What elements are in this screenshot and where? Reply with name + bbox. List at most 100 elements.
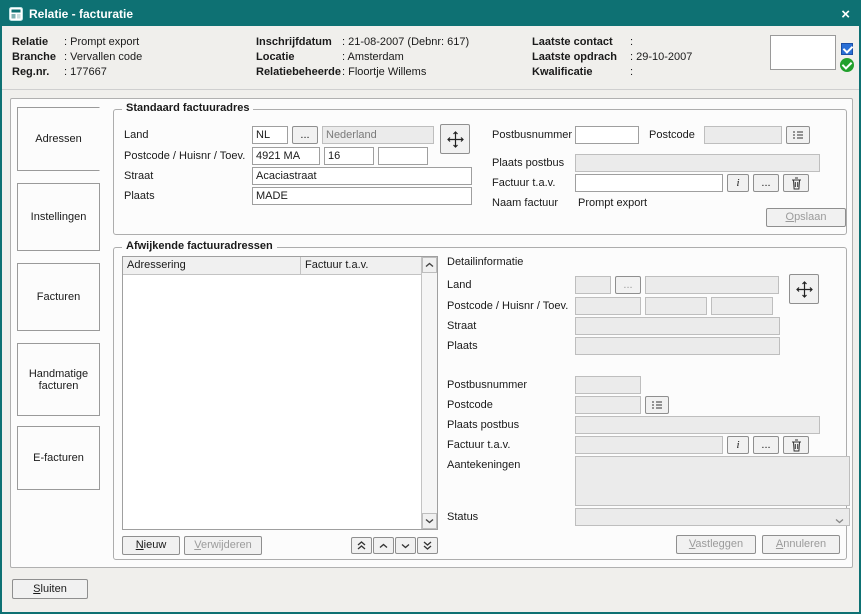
postbusnummer-label: Postbusnummer bbox=[492, 129, 572, 141]
move-icon bbox=[447, 131, 464, 148]
column-header-factuur-tav: Factuur t.a.v. bbox=[301, 257, 422, 275]
detail-straat-label: Straat bbox=[447, 320, 476, 332]
detail-postcode-lookup-button[interactable] bbox=[645, 396, 669, 414]
scroll-down-icon[interactable] bbox=[422, 513, 437, 529]
list-icon bbox=[651, 400, 663, 410]
huisnr-input[interactable] bbox=[324, 147, 374, 165]
table-scrollbar[interactable] bbox=[421, 257, 437, 529]
move-down-button[interactable] bbox=[395, 537, 416, 554]
kwalificatie-value: : bbox=[630, 65, 633, 80]
relatie-value: : Prompt export bbox=[64, 35, 139, 50]
move-first-button[interactable] bbox=[351, 537, 372, 554]
detail-aantekeningen-label: Aantekeningen bbox=[447, 459, 520, 471]
tab-facturen[interactable]: Facturen bbox=[17, 263, 100, 331]
straat-input[interactable] bbox=[252, 167, 472, 185]
detail-factuur-tav-label: Factuur t.a.v. bbox=[447, 439, 510, 451]
detail-postcode-field bbox=[575, 297, 641, 315]
postcode-lookup-button[interactable] bbox=[786, 126, 810, 144]
land-code-input[interactable] bbox=[252, 126, 288, 144]
relatie-facturatie-window: Relatie - facturatie × Relatie: Prompt e… bbox=[0, 0, 861, 614]
detailinformatie-title: Detailinformatie bbox=[447, 256, 523, 268]
close-icon[interactable]: × bbox=[839, 7, 852, 22]
info-button[interactable]: i bbox=[727, 174, 749, 192]
postbusnummer-input[interactable] bbox=[575, 126, 639, 144]
locatie-label: Locatie bbox=[256, 50, 342, 65]
relatiebeheerder-value: : Floortje Willems bbox=[342, 65, 426, 80]
photo-placeholder bbox=[770, 35, 836, 70]
detail-info-button[interactable]: i bbox=[727, 436, 749, 454]
adressen-table: Adressering Factuur t.a.v. bbox=[122, 256, 438, 530]
detail-factuur-tav-browse-button[interactable]: ... bbox=[753, 436, 779, 454]
plaats-label: Plaats bbox=[124, 190, 155, 202]
tab-handmatige-facturen[interactable]: Handmatige facturen bbox=[17, 343, 100, 416]
laatste-opdracht-label: Laatste opdrach bbox=[532, 50, 630, 65]
regnr-label: Reg.nr. bbox=[12, 65, 64, 80]
detail-huisnr-field bbox=[645, 297, 707, 315]
detail-land-label: Land bbox=[447, 279, 471, 291]
verwijderen-button: Verwijderen bbox=[184, 536, 262, 555]
scroll-up-icon[interactable] bbox=[422, 257, 437, 273]
postcode-input[interactable] bbox=[252, 147, 320, 165]
afwijkende-factuuradressen-group: Afwijkende factuuradressen Adressering F… bbox=[113, 247, 847, 560]
tab-instellingen[interactable]: Instellingen bbox=[17, 183, 100, 251]
branche-label: Branche bbox=[12, 50, 64, 65]
relatie-label: Relatie bbox=[12, 35, 64, 50]
map-locate-button[interactable] bbox=[440, 124, 470, 154]
detail-factuur-tav-delete-button[interactable] bbox=[783, 436, 809, 454]
standaard-factuuradres-group: Standaard factuuradres Land ... Postcode… bbox=[113, 109, 847, 235]
naam-factuur-value: Prompt export bbox=[578, 197, 647, 209]
detail-postbusnummer-label: Postbusnummer bbox=[447, 379, 527, 391]
blue-checkbox[interactable] bbox=[841, 43, 853, 55]
factuur-tav-browse-button[interactable]: ... bbox=[753, 174, 779, 192]
sluiten-button[interactable]: Sluiten bbox=[12, 579, 88, 599]
double-chevron-up-icon bbox=[357, 541, 366, 550]
summary-col-3: Laatste contact: Laatste opdrach: 29-10-… bbox=[532, 35, 692, 80]
status-ok-icon bbox=[840, 58, 854, 72]
list-icon bbox=[792, 130, 804, 140]
standaard-group-legend: Standaard factuuradres bbox=[122, 102, 253, 114]
table-header-row: Adressering Factuur t.a.v. bbox=[123, 257, 422, 275]
toevoeging-input[interactable] bbox=[378, 147, 428, 165]
column-header-adressering: Adressering bbox=[123, 257, 301, 275]
annuleren-button: Annuleren bbox=[762, 535, 840, 554]
detail-land-code-field bbox=[575, 276, 611, 294]
tab-adressen[interactable]: Adressen bbox=[17, 107, 100, 171]
plaats-postbus-label: Plaats postbus bbox=[492, 157, 564, 169]
tab-e-facturen[interactable]: E-facturen bbox=[17, 426, 100, 490]
opslaan-button: Opslaan bbox=[766, 208, 846, 227]
detail-map-locate-button[interactable] bbox=[789, 274, 819, 304]
relation-summary-header: Relatie: Prompt export Branche: Vervalle… bbox=[2, 26, 859, 90]
move-up-button[interactable] bbox=[373, 537, 394, 554]
inschrijfdatum-label: Inschrijfdatum bbox=[256, 35, 342, 50]
detail-land-name-field bbox=[645, 276, 779, 294]
chevron-down-icon bbox=[835, 515, 844, 527]
kwalificatie-label: Kwalificatie bbox=[532, 65, 630, 80]
land-browse-button[interactable]: ... bbox=[292, 126, 318, 144]
plaats-input[interactable] bbox=[252, 187, 472, 205]
detail-plaats-postbus-label: Plaats postbus bbox=[447, 419, 519, 431]
detail-toevoeging-field bbox=[711, 297, 773, 315]
trash-icon bbox=[791, 177, 802, 190]
titlebar: Relatie - facturatie × bbox=[2, 2, 859, 26]
locatie-value: : Amsterdam bbox=[342, 50, 404, 65]
land-name-field bbox=[322, 126, 434, 144]
regnr-value: : 177667 bbox=[64, 65, 107, 80]
detail-aantekeningen-field bbox=[575, 456, 850, 506]
branche-value: : Vervallen code bbox=[64, 50, 142, 65]
inschrijfdatum-value: : 21-08-2007 (Debnr: 617) bbox=[342, 35, 469, 50]
table-body[interactable] bbox=[123, 275, 421, 529]
detail-status-select bbox=[575, 508, 850, 526]
chevron-down-icon bbox=[401, 543, 410, 549]
straat-label: Straat bbox=[124, 170, 153, 182]
naam-factuur-label: Naam factuur bbox=[492, 197, 558, 209]
factuur-tav-delete-button[interactable] bbox=[783, 174, 809, 192]
vastleggen-button: Vastleggen bbox=[676, 535, 756, 554]
nieuw-button[interactable]: Nieuw bbox=[122, 536, 180, 555]
trash-icon bbox=[791, 439, 802, 452]
postcode2-field bbox=[704, 126, 782, 144]
afwijkend-group-legend: Afwijkende factuuradressen bbox=[122, 240, 277, 252]
factuur-tav-input[interactable] bbox=[575, 174, 723, 192]
move-last-button[interactable] bbox=[417, 537, 438, 554]
detail-plaats-label: Plaats bbox=[447, 340, 478, 352]
laatste-contact-label: Laatste contact bbox=[532, 35, 630, 50]
